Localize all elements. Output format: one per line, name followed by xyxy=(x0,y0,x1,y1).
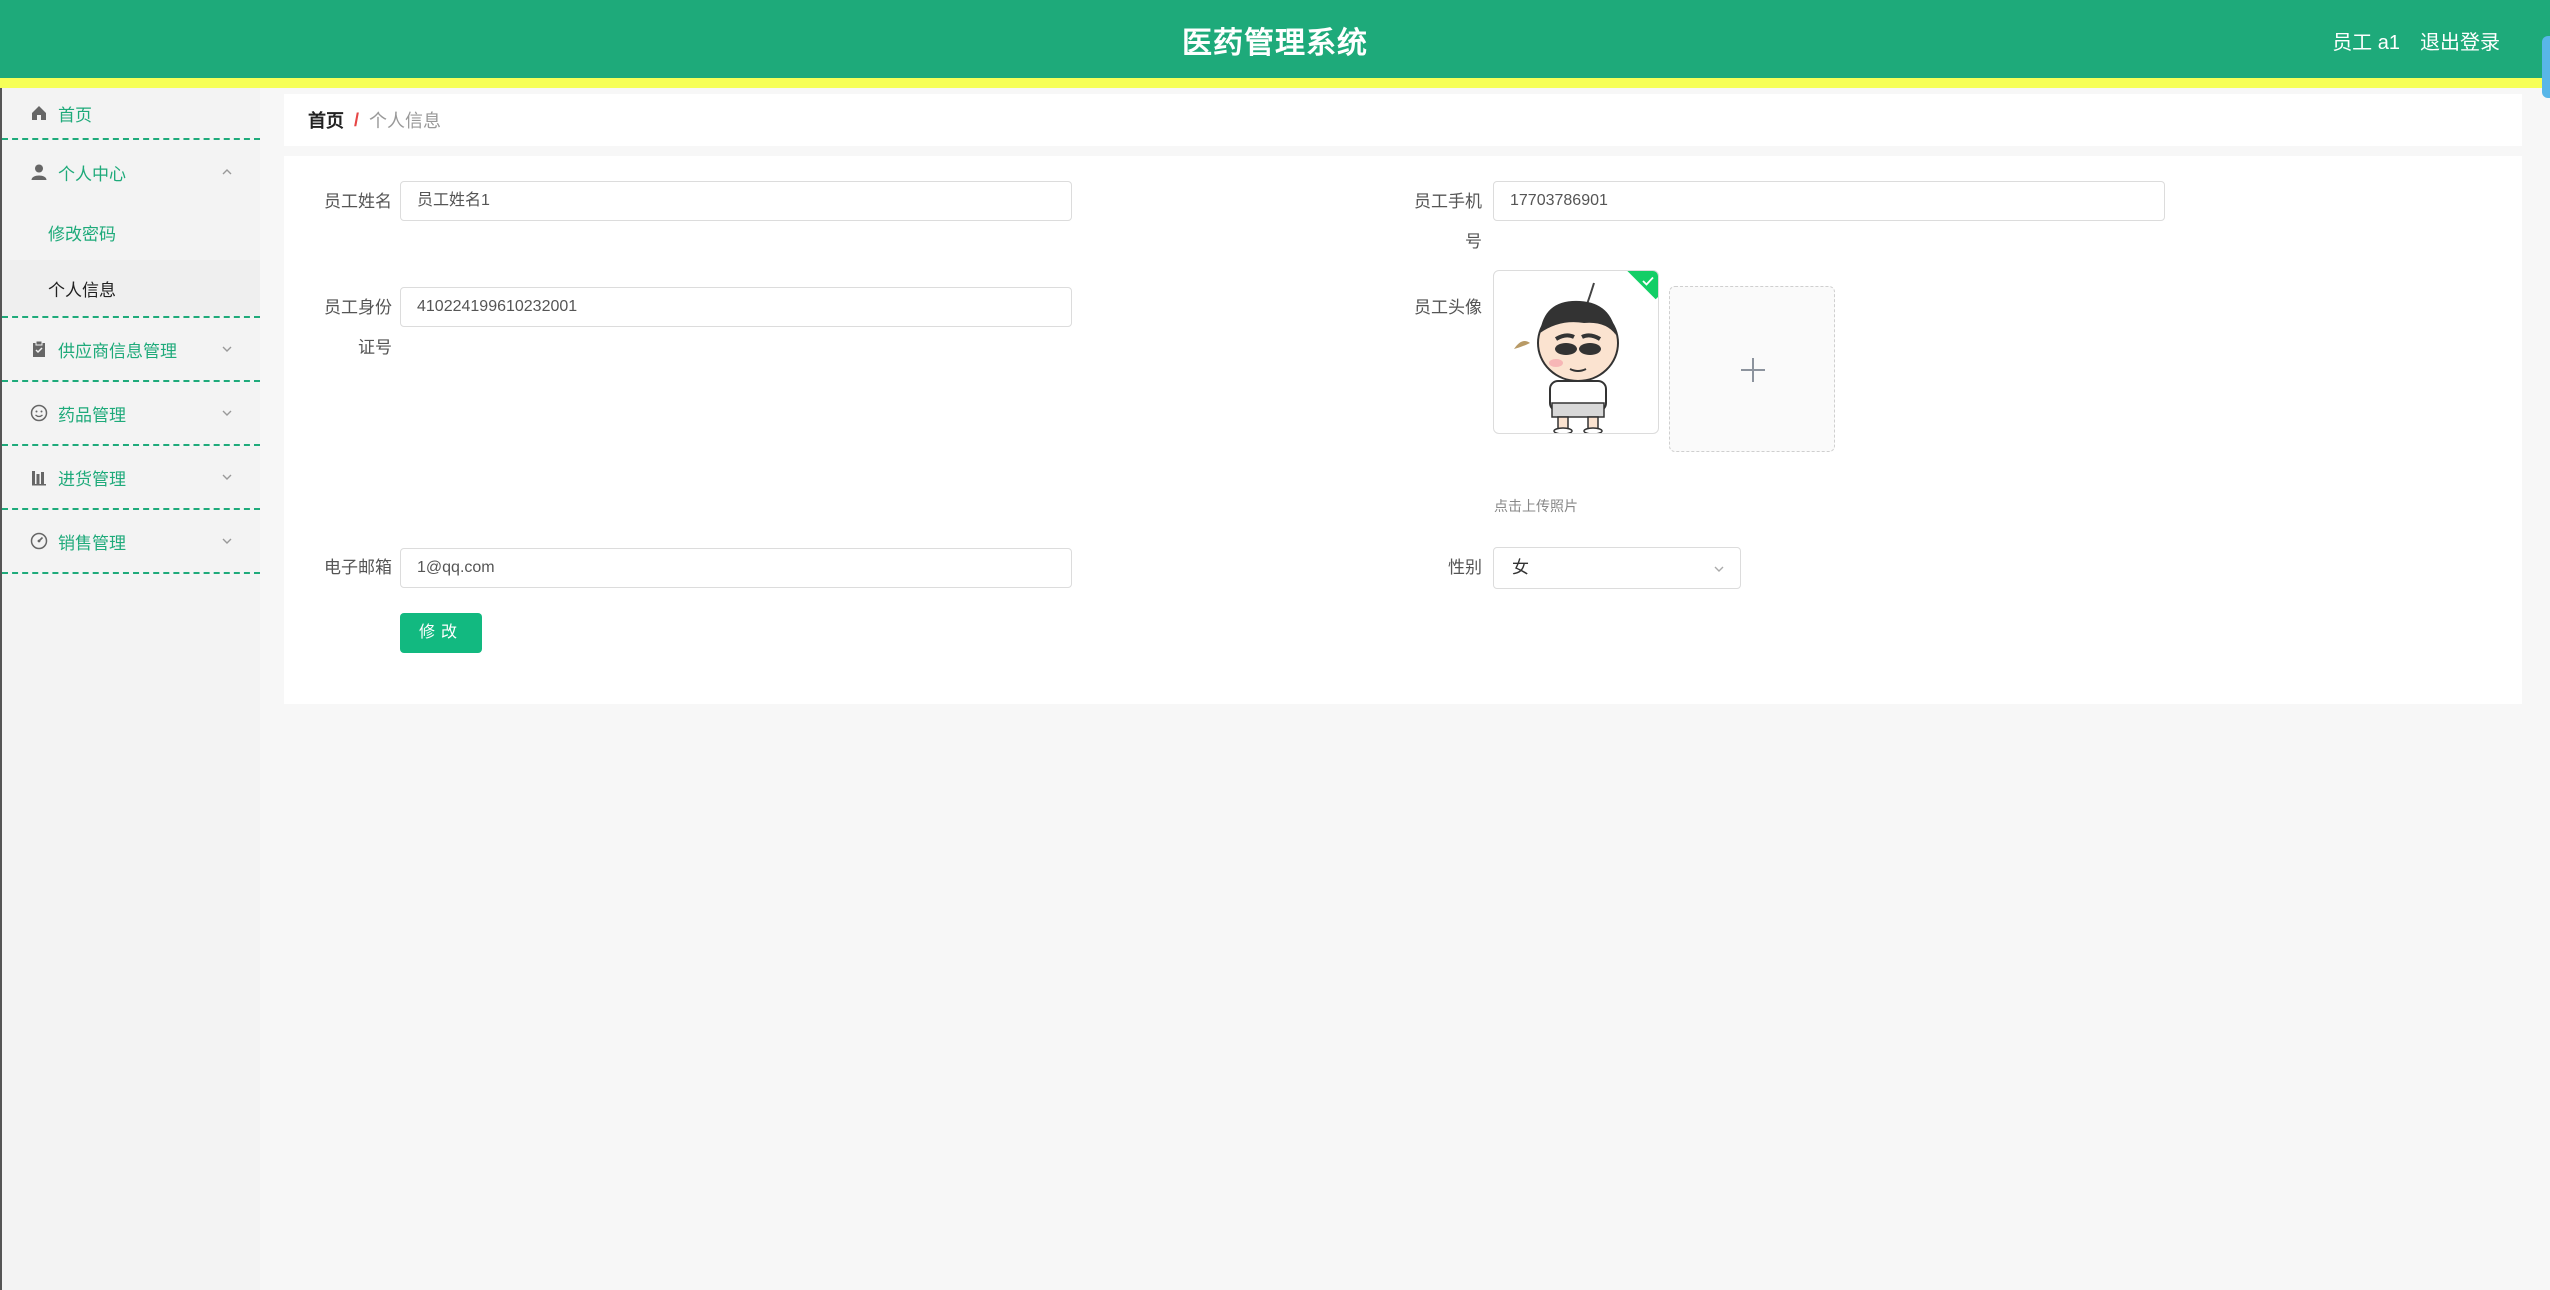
side-handle[interactable] xyxy=(2542,36,2550,98)
clipboard-icon xyxy=(30,340,48,358)
sidebar-item-label: 首页 xyxy=(58,105,92,125)
chevron-down-icon xyxy=(222,346,232,352)
gender-select[interactable]: 女 xyxy=(1493,547,1741,589)
gauge-icon xyxy=(30,532,48,550)
logout-link[interactable]: 退出登录 xyxy=(2420,26,2500,55)
upload-tip: 点击上传照片 xyxy=(1494,498,1578,514)
chevron-up-icon xyxy=(222,169,232,175)
sidebar: 首页 个人中心 修改密码 个人信息 供应商信息管理 药品管理 进货管理 销售管理 xyxy=(0,88,260,1290)
chevron-down-icon xyxy=(222,410,232,416)
idcard-input[interactable]: 410224199610232001 xyxy=(400,287,1072,327)
name-input[interactable]: 员工姓名1 xyxy=(400,181,1072,221)
avatar-label: 员工头像 xyxy=(1414,298,1482,317)
update-button[interactable]: 修改 xyxy=(400,613,482,653)
personal-center-submenu: 修改密码 个人信息 xyxy=(2,204,260,318)
sidebar-item-supplier[interactable]: 供应商信息管理 xyxy=(2,318,260,382)
name-label: 员工姓名 xyxy=(324,192,392,211)
idcard-label: 员工身份 xyxy=(324,298,392,317)
chevron-down-icon xyxy=(222,474,232,480)
sidebar-item-label: 药品管理 xyxy=(58,405,126,425)
email-label: 电子邮箱 xyxy=(324,558,392,577)
sidebar-item-personal-info[interactable]: 个人信息 xyxy=(2,260,260,316)
app-title: 医药管理系统 xyxy=(1182,27,1368,60)
sidebar-item-label: 销售管理 xyxy=(58,533,126,553)
top-header: 医药管理系统 员工 a1 退出登录 xyxy=(0,0,2550,78)
current-user: 员工 a1 xyxy=(2332,32,2400,54)
home-icon xyxy=(30,104,48,122)
phone-input[interactable]: 17703786901 xyxy=(1493,181,2165,221)
avatar-preview[interactable] xyxy=(1493,270,1659,434)
avatar-image xyxy=(1514,282,1619,433)
sidebar-item-medicine[interactable]: 药品管理 xyxy=(2,382,260,446)
sidebar-item-label: 进货管理 xyxy=(58,469,126,489)
sidebar-item-personal-center[interactable]: 个人中心 xyxy=(2,140,260,204)
user-icon xyxy=(30,163,48,181)
phone-label: 员工手机 xyxy=(1414,192,1482,211)
emoji-icon xyxy=(30,404,48,422)
header-stripe xyxy=(0,78,2550,88)
avatar-upload-button[interactable] xyxy=(1669,286,1835,452)
chevron-down-icon xyxy=(1714,566,1724,572)
sidebar-item-purchase[interactable]: 进货管理 xyxy=(2,446,260,510)
idcard-label-cont: 证号 xyxy=(358,338,392,357)
check-icon xyxy=(1642,276,1654,286)
breadcrumb-current: 个人信息 xyxy=(369,111,442,131)
sidebar-item-sales[interactable]: 销售管理 xyxy=(2,510,260,574)
sidebar-item-label: 供应商信息管理 xyxy=(58,341,177,361)
chevron-down-icon xyxy=(222,538,232,544)
plus-icon xyxy=(1741,358,1765,382)
breadcrumb: 首页 / 个人信息 xyxy=(284,94,2522,146)
gender-label: 性别 xyxy=(1448,558,1482,577)
sidebar-item-label: 个人中心 xyxy=(58,164,126,184)
sidebar-item-home[interactable]: 首页 xyxy=(2,88,260,140)
phone-label-cont: 号 xyxy=(1465,232,1482,251)
breadcrumb-home[interactable]: 首页 xyxy=(308,107,344,133)
chart-icon xyxy=(30,468,48,486)
email-input[interactable]: 1@qq.com xyxy=(400,548,1072,588)
personal-info-form: 员工姓名 员工姓名1 员工手机 号 17703786901 员工身份 证号 41… xyxy=(284,156,2522,704)
gender-selected-value: 女 xyxy=(1512,558,1529,577)
breadcrumb-separator: / xyxy=(354,109,360,130)
sidebar-item-change-password[interactable]: 修改密码 xyxy=(2,204,260,260)
